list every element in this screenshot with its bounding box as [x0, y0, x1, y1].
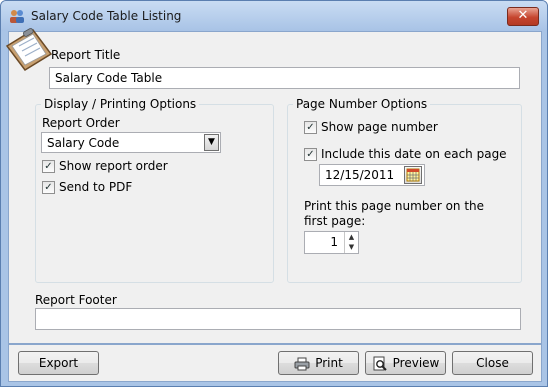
- first-page-label-line1: Print this page number on the: [304, 199, 485, 213]
- date-value: 12/15/2011: [325, 168, 395, 182]
- report-footer-label: Report Footer: [35, 293, 117, 307]
- window-close-button[interactable]: ✕: [507, 7, 539, 26]
- print-button[interactable]: Print: [278, 351, 359, 375]
- send-to-pdf-label: Send to PDF: [59, 180, 133, 194]
- display-printing-options-title: Display / Printing Options: [41, 97, 200, 111]
- chevron-down-icon[interactable]: ▼: [204, 134, 219, 151]
- clipboard-icon: [5, 28, 53, 71]
- display-printing-options-group: Display / Printing Options Report Order …: [35, 97, 274, 283]
- report-order-value: Salary Code: [47, 136, 120, 150]
- close-button-label: Close: [476, 356, 509, 370]
- calendar-button[interactable]: [404, 166, 422, 184]
- page-number-options-group: Page Number Options ✓ Show page number ✓…: [287, 97, 522, 283]
- spin-up-icon[interactable]: ▲: [345, 232, 358, 242]
- title-bar[interactable]: Salary Code Table Listing ✕: [1, 1, 547, 31]
- export-button-label: Export: [38, 356, 79, 370]
- first-page-number-value: 1: [330, 235, 338, 249]
- dialog-body: Report Title Salary Code Table Display /…: [5, 28, 542, 344]
- include-date-label: Include this date on each page: [321, 147, 507, 161]
- report-title-input[interactable]: Salary Code Table: [49, 67, 520, 89]
- report-footer-input[interactable]: [35, 308, 521, 330]
- include-date-checkbox[interactable]: ✓: [304, 148, 317, 161]
- first-page-label-line2: first page:: [304, 214, 366, 228]
- report-order-label: Report Order: [42, 116, 120, 130]
- preview-button-label: Preview: [392, 356, 440, 370]
- clipboard-people-icon: [10, 10, 24, 23]
- report-order-select[interactable]: Salary Code ▼: [41, 132, 221, 153]
- window-title: Salary Code Table Listing: [31, 9, 182, 23]
- export-button[interactable]: Export: [18, 351, 99, 375]
- magnifier-page-icon: [373, 356, 387, 371]
- preview-button[interactable]: Preview: [365, 351, 446, 375]
- calendar-icon: [406, 168, 420, 182]
- show-page-number-label: Show page number: [321, 120, 438, 134]
- show-page-number-checkbox[interactable]: ✓: [304, 121, 317, 134]
- first-page-number-spinner[interactable]: ▲ ▼: [344, 232, 358, 253]
- printer-icon: [294, 357, 310, 370]
- close-button[interactable]: Close: [452, 351, 533, 375]
- print-button-label: Print: [315, 356, 343, 370]
- report-title-label: Report Title: [51, 48, 121, 62]
- send-to-pdf-checkbox[interactable]: ✓: [42, 181, 55, 194]
- dialog-window: Salary Code Table Listing ✕ Report Title…: [0, 0, 548, 387]
- page-number-options-title: Page Number Options: [293, 97, 431, 111]
- show-report-order-label: Show report order: [59, 159, 168, 173]
- show-report-order-checkbox[interactable]: ✓: [42, 160, 55, 173]
- spin-down-icon[interactable]: ▼: [345, 242, 358, 252]
- button-bar: Export Print Preview Close: [8, 344, 542, 382]
